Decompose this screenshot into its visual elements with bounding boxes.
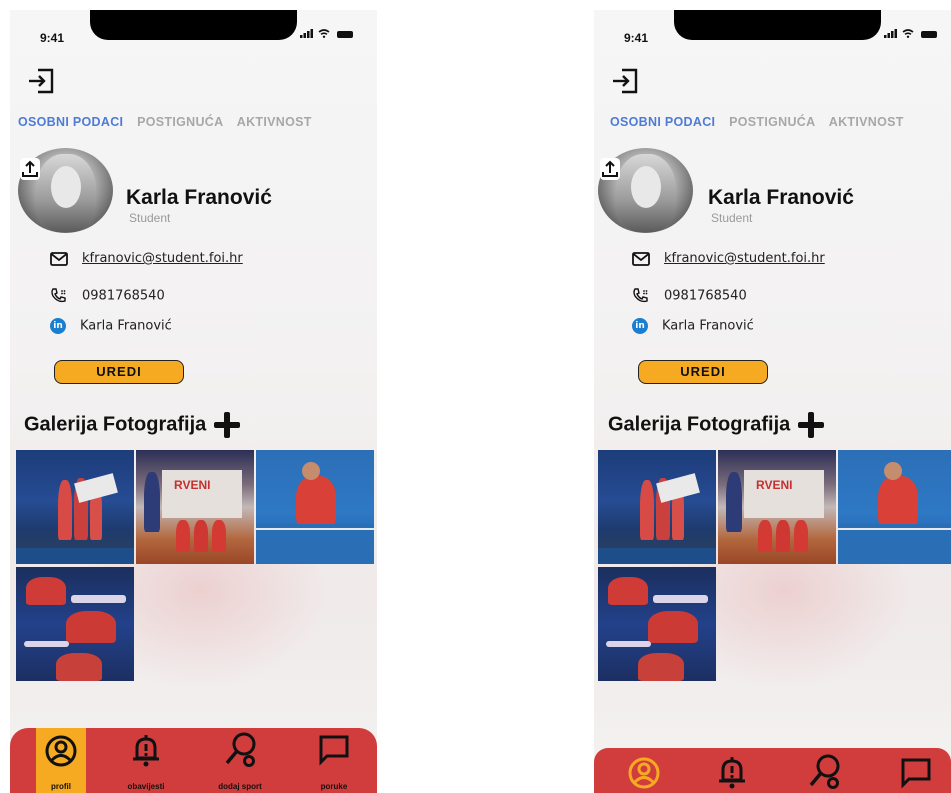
tab-personal-data[interactable]: OSOBNI PODACI [18, 115, 123, 129]
wifi-icon [902, 27, 918, 41]
profile-tabs: OSOBNI PODACI POSTIGNUĆA AKTIVNOST [18, 115, 322, 129]
tab-personal-data[interactable]: OSOBNI PODACI [610, 115, 715, 129]
gallery-title: Galerija Fotografija [24, 413, 207, 436]
linkedin-icon: in [632, 318, 648, 334]
upload-photo-button[interactable] [20, 158, 40, 180]
nav-profile-label: profil [51, 782, 71, 791]
profile-name: Karla Franović [126, 186, 272, 209]
nav-messages[interactable]: poruke [310, 728, 358, 793]
upload-photo-button[interactable] [600, 158, 620, 180]
chat-icon [901, 758, 931, 789]
email-row[interactable]: kfranovic@student.foi.hr [632, 251, 825, 266]
phone-number: 0981768540 [82, 288, 165, 304]
add-photo-button[interactable] [796, 410, 826, 440]
tab-activity[interactable]: AKTIVNOST [829, 115, 904, 129]
linkedin-row[interactable]: in Karla Franović [632, 318, 754, 334]
profile-name: Karla Franović [708, 186, 854, 209]
logout-icon [613, 68, 638, 94]
upload-icon [22, 160, 38, 177]
signal-icon [884, 27, 902, 41]
email-row[interactable]: kfranovic@student.foi.hr [50, 251, 243, 266]
logout-icon [29, 68, 54, 94]
bell-icon [719, 757, 745, 789]
gallery-photo[interactable] [598, 450, 716, 564]
logout-button[interactable] [26, 66, 56, 96]
device-notch [90, 10, 297, 40]
profile-tabs: OSOBNI PODACI POSTIGNUĆA AKTIVNOST [610, 115, 914, 129]
nav-notifications[interactable] [712, 748, 752, 793]
logout-button[interactable] [610, 66, 640, 96]
gallery-heading: Galerija Fotografija [24, 410, 242, 440]
tab-activity[interactable]: AKTIVNOST [237, 115, 312, 129]
bottom-navigation: profil obavijesti dodaj sport poruke [10, 728, 377, 793]
phone-screen-profile: 9:41 OSOBNI PODACI POSTIGNUĆA AKTIVNOST … [10, 10, 377, 793]
gallery-photo[interactable]: RVENI [718, 450, 836, 564]
gallery-photo[interactable] [256, 450, 374, 564]
gallery-photo[interactable] [16, 450, 134, 564]
email-link[interactable]: kfranovic@student.foi.hr [82, 251, 243, 266]
phone-number: 0981768540 [664, 288, 747, 304]
add-photo-button[interactable] [212, 410, 242, 440]
signal-icon [300, 27, 318, 41]
edit-button[interactable]: UREDI [54, 360, 184, 384]
gallery-photo[interactable]: RVENI [136, 450, 254, 564]
phone-icon [633, 288, 648, 303]
phone-screen-profile-variant: 9:41 OSOBNI PODACI POSTIGNUĆA AKTIVNOST … [594, 10, 951, 793]
linkedin-icon: in [50, 318, 66, 334]
nav-profile[interactable] [624, 748, 664, 793]
upload-icon [602, 160, 618, 177]
email-link[interactable]: kfranovic@student.foi.hr [664, 251, 825, 266]
racket-icon [225, 732, 256, 767]
gallery-title: Galerija Fotografija [608, 413, 791, 436]
linkedin-row[interactable]: in Karla Franović [50, 318, 172, 334]
linkedin-name[interactable]: Karla Franović [80, 319, 172, 334]
status-time: 9:41 [40, 31, 65, 45]
nav-add-sport-label: dodaj sport [218, 782, 262, 791]
nav-messages-label: poruke [320, 782, 348, 791]
battery-icon [336, 31, 353, 39]
profile-icon [628, 757, 660, 789]
racket-icon [809, 754, 840, 789]
profile-role: Student [711, 211, 753, 225]
tab-achievements[interactable]: POSTIGNUĆA [137, 115, 223, 129]
nav-add-sport[interactable]: dodaj sport [208, 728, 272, 793]
phone-row: 0981768540 [632, 288, 747, 304]
gallery-heading: Galerija Fotografija [608, 410, 826, 440]
edit-button[interactable]: UREDI [638, 360, 768, 384]
profile-role: Student [129, 211, 171, 225]
battery-icon [920, 31, 937, 39]
mail-icon [50, 251, 68, 266]
device-notch [674, 10, 881, 40]
phone-row: 0981768540 [50, 288, 165, 304]
mail-icon [632, 251, 650, 266]
bottom-navigation [594, 748, 951, 793]
gallery-photo[interactable] [16, 567, 134, 681]
status-icons [884, 27, 937, 41]
bell-icon [133, 735, 159, 767]
nav-messages[interactable] [896, 748, 936, 793]
chat-icon [319, 735, 349, 766]
nav-profile[interactable]: profil [36, 728, 86, 793]
gallery-photo[interactable] [598, 567, 716, 681]
wifi-icon [318, 27, 334, 41]
nav-notifications-label: obavijesti [127, 782, 165, 791]
gallery-photo[interactable] [838, 450, 951, 564]
nav-notifications[interactable]: obavijesti [118, 728, 174, 793]
profile-icon [45, 735, 77, 767]
linkedin-name[interactable]: Karla Franović [662, 319, 754, 334]
tab-achievements[interactable]: POSTIGNUĆA [729, 115, 815, 129]
phone-icon [51, 288, 66, 303]
status-time: 9:41 [624, 31, 649, 45]
nav-add-sport[interactable] [804, 748, 844, 793]
status-icons [300, 27, 353, 41]
